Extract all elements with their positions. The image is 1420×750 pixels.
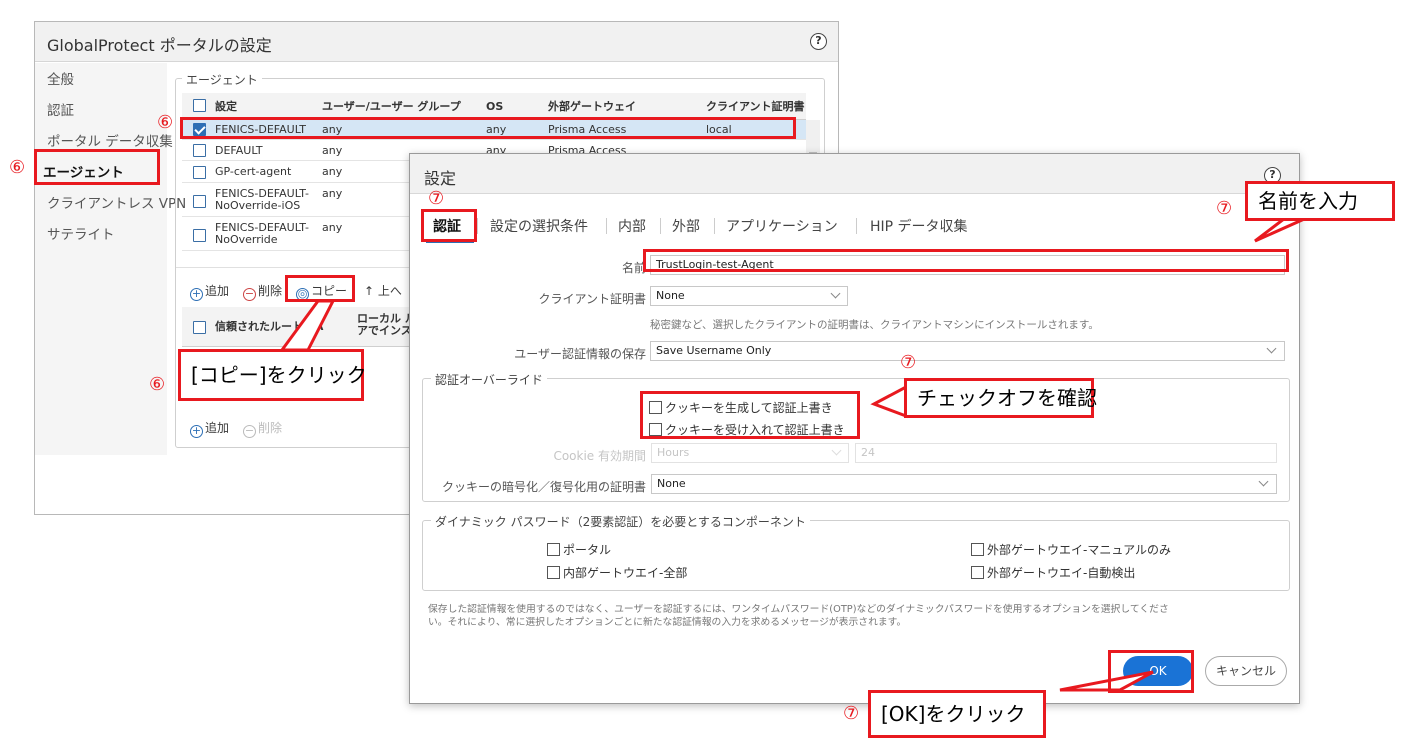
ok-click-callout: [OK]をクリック	[868, 690, 1046, 738]
checkoff-callout-pointer	[870, 384, 908, 419]
copy-callout-pointer	[279, 299, 336, 352]
step7-marker: ⑦	[843, 703, 860, 724]
step7-marker: ⑦	[1216, 198, 1233, 219]
step6-marker: ⑥	[149, 374, 166, 395]
step7-marker: ⑦	[900, 352, 917, 373]
enter-name-callout: 名前を入力	[1245, 181, 1395, 221]
step7-marker: ⑦	[428, 188, 445, 209]
check-off-callout: チェックオフを確認	[904, 378, 1097, 418]
highlight-name-field	[643, 249, 1289, 272]
highlight-ok-button	[1108, 650, 1194, 693]
copy-click-callout: [コピー]をクリック	[178, 349, 367, 401]
highlight-auth-tab	[421, 209, 477, 242]
highlight-cookie-checkboxes	[640, 391, 860, 439]
